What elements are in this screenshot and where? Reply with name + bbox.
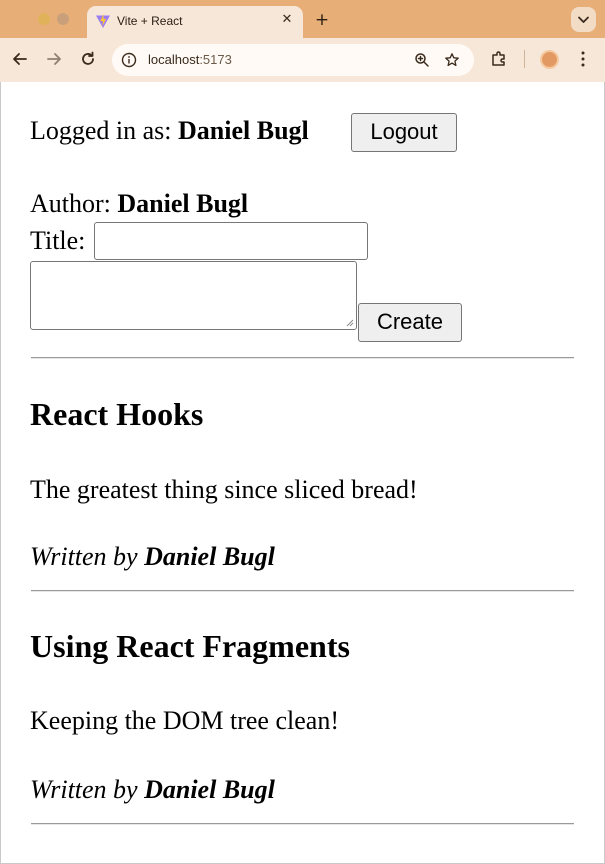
chevron-down-icon <box>578 16 589 23</box>
author-label: Author: <box>30 189 118 218</box>
logged-in-username: Daniel Bugl <box>178 116 309 145</box>
puzzle-icon[interactable] <box>489 49 509 69</box>
arrow-right-icon[interactable] <box>44 49 64 69</box>
browser-chrome: Vite + React ✕ + localhost:5173 <box>0 0 605 82</box>
resize-handle-icon[interactable] <box>346 319 354 327</box>
post-byline: Written by Daniel Bugl <box>30 775 275 805</box>
post-byline: Written by Daniel Bugl <box>30 542 275 572</box>
star-icon[interactable] <box>444 52 460 68</box>
more-vertical-icon[interactable] <box>580 50 586 68</box>
divider <box>31 823 574 825</box>
reload-icon[interactable] <box>78 49 98 69</box>
post-contents: The greatest thing since sliced bread! <box>30 475 418 504</box>
post-title: Using React Fragments <box>30 628 350 664</box>
toolbar-divider <box>524 50 525 68</box>
post-title: React Hooks <box>30 396 204 432</box>
title-input[interactable] <box>94 222 368 260</box>
title-label: Title: <box>30 226 86 255</box>
vite-logo-icon <box>96 14 110 28</box>
create-button[interactable]: Create <box>358 303 462 342</box>
url-host: localhost <box>148 52 200 67</box>
tab-title: Vite + React <box>117 14 183 28</box>
page-content: Logged in as: Daniel Bugl Logout Author:… <box>1 82 604 863</box>
url-port: :5173 <box>199 52 232 67</box>
logged-in-label: Logged in as: <box>30 116 179 145</box>
post-contents: Keeping the DOM tree clean! <box>30 706 339 735</box>
logout-button[interactable]: Logout <box>351 113 457 152</box>
arrow-left-icon[interactable] <box>10 49 30 69</box>
author-line: Author: Daniel Bugl <box>30 189 248 219</box>
plus-icon[interactable]: + <box>312 10 332 30</box>
post-author: Daniel Bugl <box>144 775 275 804</box>
byline-label: Written by <box>30 775 145 804</box>
window-zoom-button[interactable] <box>57 13 69 25</box>
divider <box>31 590 574 592</box>
logged-in-status: Logged in as: Daniel Bugl <box>30 116 309 146</box>
divider <box>31 357 574 359</box>
tab-search-button[interactable] <box>571 7 596 32</box>
window-minimize-button[interactable] <box>38 13 50 25</box>
close-icon[interactable]: ✕ <box>279 12 295 28</box>
info-icon[interactable] <box>121 52 137 68</box>
author-name: Daniel Bugl <box>117 189 249 218</box>
post-author: Daniel Bugl <box>144 542 275 571</box>
url-text: localhost:5173 <box>148 52 232 68</box>
tab-strip: Vite + React ✕ + <box>0 0 605 38</box>
zoom-icon[interactable] <box>414 52 430 68</box>
browser-toolbar: localhost:5173 <box>0 38 605 82</box>
contents-textarea[interactable] <box>30 261 357 330</box>
byline-label: Written by <box>30 542 145 571</box>
tab-vite-react[interactable]: Vite + React ✕ <box>87 6 303 38</box>
address-bar[interactable]: localhost:5173 <box>112 44 474 76</box>
avatar-icon[interactable] <box>540 50 559 69</box>
